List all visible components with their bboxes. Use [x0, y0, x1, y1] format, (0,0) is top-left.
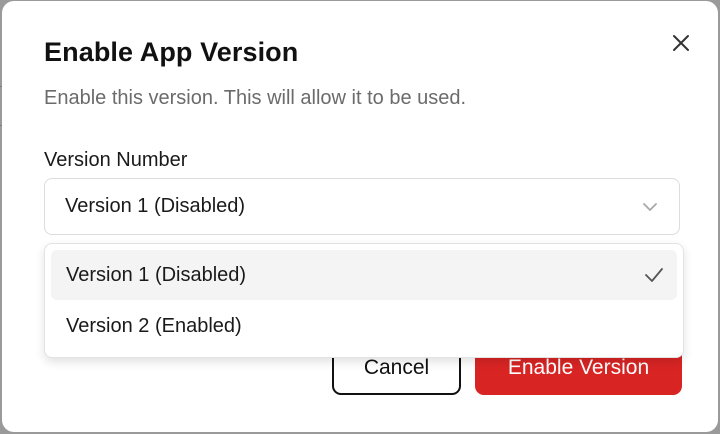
version-number-label: Version Number: [44, 149, 188, 171]
chevron-down-icon: [643, 203, 657, 211]
option-label: Version 2 (Enabled): [66, 314, 242, 337]
close-button[interactable]: [666, 28, 696, 58]
dropdown-option-version-2[interactable]: Version 2 (Enabled): [51, 301, 677, 351]
dropdown-option-version-1[interactable]: Version 1 (Disabled): [51, 250, 677, 300]
dialog-title: Enable App Version: [44, 37, 299, 67]
close-icon: [673, 35, 689, 51]
version-number-select[interactable]: Version 1 (Disabled): [44, 178, 680, 235]
version-dropdown-menu: Version 1 (Disabled) Version 2 (Enabled): [44, 243, 684, 358]
dialog-description: Enable this version. This will allow it …: [44, 87, 467, 109]
select-value: Version 1 (Disabled): [65, 195, 246, 217]
option-label: Version 1 (Disabled): [66, 263, 247, 286]
check-icon: [645, 268, 663, 282]
enable-version-dialog: Enable App Version Enable this version. …: [2, 1, 718, 432]
